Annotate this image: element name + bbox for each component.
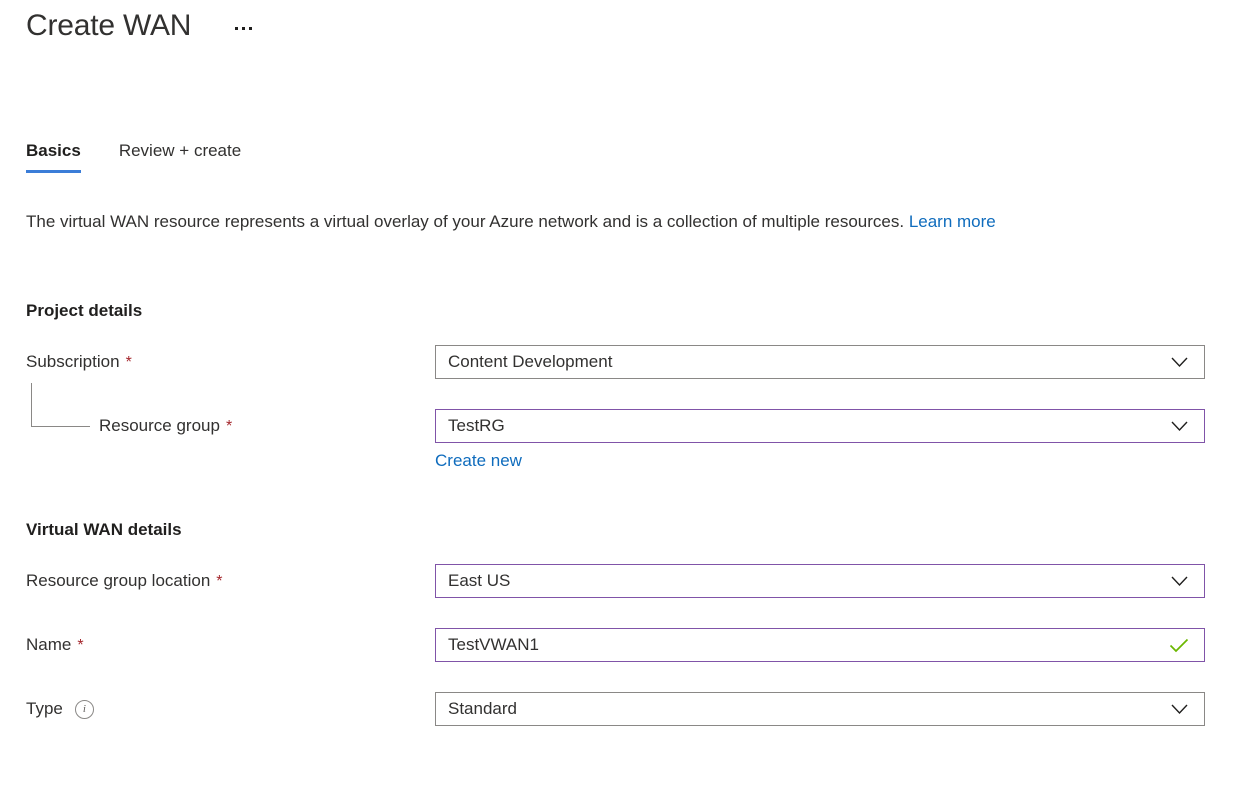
info-icon[interactable]: i — [74, 699, 94, 719]
form-row-resource-group: Resource group * TestRG — [0, 409, 1246, 443]
label-type-text: Type — [26, 699, 63, 718]
required-marker: * — [225, 418, 233, 435]
label-subscription: Subscription * — [26, 345, 132, 379]
subscription-dropdown[interactable]: Content Development — [435, 345, 1205, 379]
page-title: Create WAN — [26, 9, 192, 42]
label-name-text: Name — [26, 635, 72, 654]
form-description: The virtual WAN resource represents a vi… — [26, 208, 1206, 236]
resource-group-location-dropdown[interactable]: East US — [435, 564, 1205, 598]
section-heading-project-details: Project details — [26, 301, 143, 320]
resource-group-dropdown[interactable]: TestRG — [435, 409, 1205, 443]
label-type: Type i — [26, 692, 94, 726]
chevron-down-icon — [1168, 698, 1190, 720]
resource-group-value: TestRG — [448, 416, 505, 435]
label-resource-group-location: Resource group location * — [26, 564, 223, 598]
description-text: The virtual WAN resource represents a vi… — [26, 212, 909, 231]
required-marker: * — [125, 354, 132, 371]
label-subscription-text: Subscription — [26, 352, 120, 371]
resource-group-location-value: East US — [448, 571, 511, 590]
tab-basics[interactable]: Basics — [26, 139, 81, 173]
type-dropdown[interactable]: Standard — [435, 692, 1205, 726]
form-row-name: Name * TestVWAN1 — [0, 628, 1246, 662]
form-row-resource-group-location: Resource group location * East US — [0, 564, 1246, 598]
label-name: Name * — [26, 628, 84, 662]
more-options-icon[interactable] — [227, 14, 259, 42]
chevron-down-icon — [1168, 415, 1190, 437]
label-resource-group-location-text: Resource group location — [26, 571, 211, 590]
learn-more-link[interactable]: Learn more — [909, 212, 996, 231]
required-marker: * — [216, 573, 223, 590]
tab-review-create[interactable]: Review + create — [119, 139, 241, 173]
checkmark-valid-icon — [1168, 634, 1190, 656]
page-header: Create WAN — [26, 6, 259, 46]
ellipsis-dots — [234, 26, 252, 30]
type-value: Standard — [448, 699, 517, 718]
tab-list: Basics Review + create — [26, 139, 279, 173]
section-heading-virtual-wan-details: Virtual WAN details — [26, 520, 182, 539]
form-row-type: Type i Standard — [0, 692, 1246, 726]
label-resource-group: Resource group * — [99, 409, 232, 443]
required-marker: * — [77, 637, 84, 654]
name-input[interactable]: TestVWAN1 — [435, 628, 1205, 662]
chevron-down-icon — [1168, 570, 1190, 592]
form-row-subscription: Subscription * Content Development — [0, 345, 1246, 379]
label-resource-group-text: Resource group — [99, 416, 220, 435]
name-value: TestVWAN1 — [448, 635, 540, 654]
subscription-value: Content Development — [448, 352, 613, 371]
chevron-down-icon — [1168, 351, 1190, 373]
create-new-resource-group-link[interactable]: Create new — [435, 450, 522, 472]
